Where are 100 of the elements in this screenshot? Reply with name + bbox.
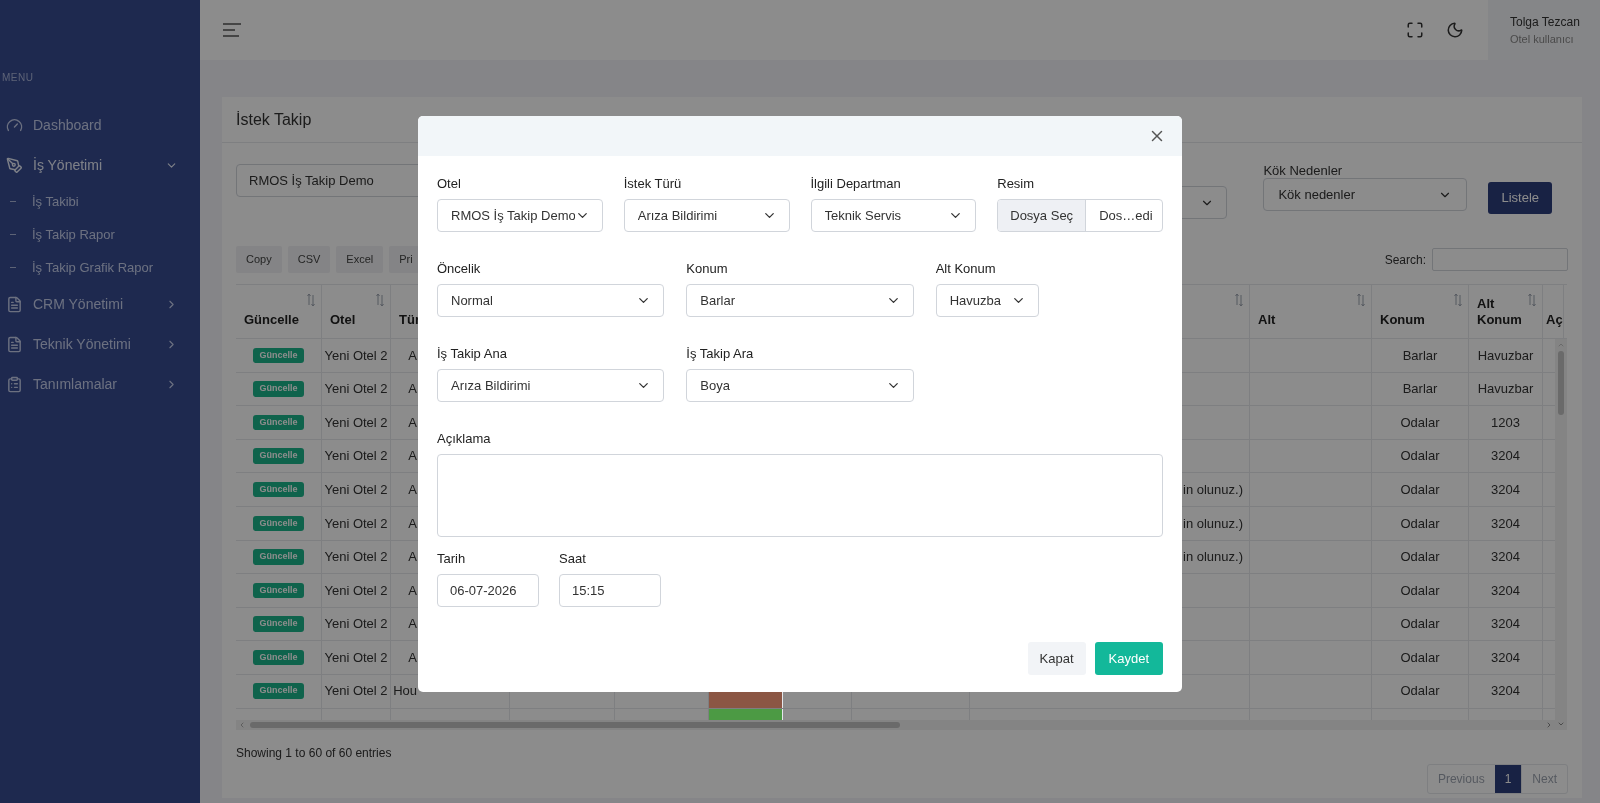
table-cell-text: Havuzbar	[1477, 380, 1534, 399]
user-panel[interactable]: Tolga Tezcan Otel kullanıcı	[1488, 0, 1600, 60]
scroll-up-icon[interactable]	[1557, 341, 1565, 349]
horizontal-scrollbar[interactable]	[236, 720, 1555, 730]
select-field[interactable]: Teknik Servis	[810, 199, 977, 232]
table-cell-text: in olunuz.)	[1183, 514, 1243, 533]
update-button[interactable]: Güncelle	[253, 414, 304, 431]
table-cell-text: A	[408, 413, 417, 432]
user-name: Tolga Tezcan	[1510, 13, 1581, 31]
select-field[interactable]: Barlar	[686, 284, 914, 317]
table-cell-text: A	[408, 615, 417, 634]
table-cell-text: 3204	[1491, 480, 1520, 499]
moon-icon[interactable]	[1446, 21, 1464, 39]
column-header[interactable]: Alt Konum	[1469, 285, 1543, 338]
select-field[interactable]: Normal	[437, 284, 665, 317]
table-cell-text: 3204	[1491, 447, 1520, 466]
sort-icon[interactable]	[376, 293, 384, 307]
table-cell-text: Barlar	[1402, 380, 1438, 399]
table-cell-text: A	[408, 548, 417, 567]
table-cell-text: 1203	[1491, 413, 1520, 432]
sort-icon[interactable]	[307, 293, 315, 307]
table-cell-text: Odalar	[1400, 548, 1440, 567]
sidebar-subitem[interactable]: İş Takip Grafik Rapor	[0, 251, 200, 284]
table-cell-text: Odalar	[1400, 615, 1440, 634]
table-cell-text: Yeni Otel 2	[324, 648, 388, 667]
table-cell-text: Barlar	[1402, 346, 1438, 365]
column-header[interactable]: Güncelle	[236, 285, 322, 338]
export-button[interactable]: Copy	[236, 246, 282, 273]
table-cell-text: Yeni Otel 2	[324, 346, 388, 365]
column-header[interactable]: Alt	[1250, 285, 1372, 338]
sidebar-subitem[interactable]: İş Takibi	[0, 185, 200, 218]
table-cell-text: Yeni Otel 2	[324, 413, 388, 432]
root-cause-select[interactable]: Kök nedenler	[1263, 178, 1468, 211]
field-label: Tarih	[437, 550, 467, 568]
select-field[interactable]: Boya	[686, 369, 914, 402]
update-button[interactable]: Güncelle	[253, 649, 304, 666]
scroll-left-icon[interactable]	[238, 721, 246, 729]
update-button[interactable]: Güncelle	[253, 347, 304, 364]
close-button[interactable]: Kapat	[1027, 642, 1086, 675]
clipboard-icon	[6, 375, 23, 393]
sidebar-item[interactable]: Tanımlamalar	[0, 364, 200, 404]
field-label: Konum	[686, 260, 729, 278]
card-title: İstek Takip	[236, 109, 312, 130]
sort-icon[interactable]	[1357, 293, 1365, 307]
table-cell-text: Odalar	[1400, 682, 1440, 701]
table-cell-text: Yeni Otel 2	[324, 514, 388, 533]
table-cell-text: Yeni Otel 2	[324, 581, 388, 600]
sort-icon[interactable]	[1528, 293, 1536, 307]
scroll-down-icon[interactable]	[1557, 720, 1565, 728]
table-cell-text: Odalar	[1400, 480, 1440, 499]
export-button[interactable]: Excel	[336, 246, 384, 273]
select-field[interactable]: Arıza Bildirimi	[437, 369, 665, 402]
file-name: Dos…edi	[1098, 206, 1153, 225]
choose-file-button[interactable]: Dosya Seç	[998, 200, 1087, 231]
fullscreen-icon[interactable]	[1406, 21, 1424, 39]
page-link[interactable]: 1	[1494, 765, 1522, 793]
select-field[interactable]: Arıza Bildirimi	[623, 199, 790, 232]
field-label: Otel	[437, 175, 462, 193]
update-button[interactable]: Güncelle	[253, 381, 304, 397]
table-cell-text: A	[408, 380, 417, 399]
sort-icon[interactable]	[1235, 293, 1243, 307]
update-button[interactable]: Güncelle	[253, 683, 304, 699]
scroll-right-icon[interactable]	[1545, 721, 1553, 729]
input-field[interactable]: 15:15	[559, 574, 661, 607]
document-icon	[6, 335, 23, 353]
export-button[interactable]: CSV	[287, 246, 331, 273]
sidebar-item[interactable]: Teknik Yönetimi	[0, 324, 200, 364]
field-label: İş Takip Ana	[437, 345, 508, 363]
search-label: Search:	[1384, 251, 1426, 269]
file-field[interactable]: Dosya Seç Dos…edi	[997, 199, 1163, 232]
search-field[interactable]	[1432, 248, 1568, 271]
update-button[interactable]: Güncelle	[253, 481, 304, 498]
sidebar-item[interactable]: CRM Yönetimi	[0, 284, 200, 324]
field-label: Saat	[559, 550, 587, 568]
menu-icon[interactable]	[222, 23, 242, 37]
update-button[interactable]: Güncelle	[253, 448, 304, 464]
table-cell-text: Odalar	[1400, 447, 1440, 466]
update-button[interactable]: Güncelle	[253, 582, 304, 599]
table-cell-text: A	[408, 480, 417, 499]
update-button[interactable]: Güncelle	[253, 616, 304, 632]
sidebar-subitem[interactable]: İş Takip Rapor	[0, 218, 200, 251]
list-button[interactable]: Listele	[1488, 182, 1552, 214]
user-role: Otel kullanıcı	[1510, 31, 1575, 47]
field-label: Öncelik	[437, 260, 482, 278]
column-header[interactable]: Aç	[1543, 285, 1564, 338]
update-button[interactable]: Güncelle	[253, 549, 304, 565]
description-field[interactable]	[437, 454, 1163, 537]
table-cell-text: 3204	[1491, 514, 1520, 533]
update-button[interactable]: Güncelle	[253, 515, 304, 531]
column-header[interactable]: Konum	[1372, 285, 1469, 338]
input-field[interactable]: 06-07-2026	[437, 574, 539, 607]
sidebar-item[interactable]: İş Yönetimi	[0, 145, 200, 185]
table-cell-text: 3204	[1491, 615, 1520, 634]
column-header[interactable]: Otel	[322, 285, 391, 338]
save-button[interactable]: Kaydet	[1094, 642, 1163, 675]
select-field[interactable]: Havuzba	[935, 284, 1039, 317]
sidebar-item[interactable]: Dashboard	[0, 105, 200, 145]
sort-icon[interactable]	[1454, 293, 1462, 307]
select-field[interactable]: RMOS İş Takip Demo	[437, 199, 603, 232]
vertical-scrollbar[interactable]	[1555, 339, 1567, 730]
